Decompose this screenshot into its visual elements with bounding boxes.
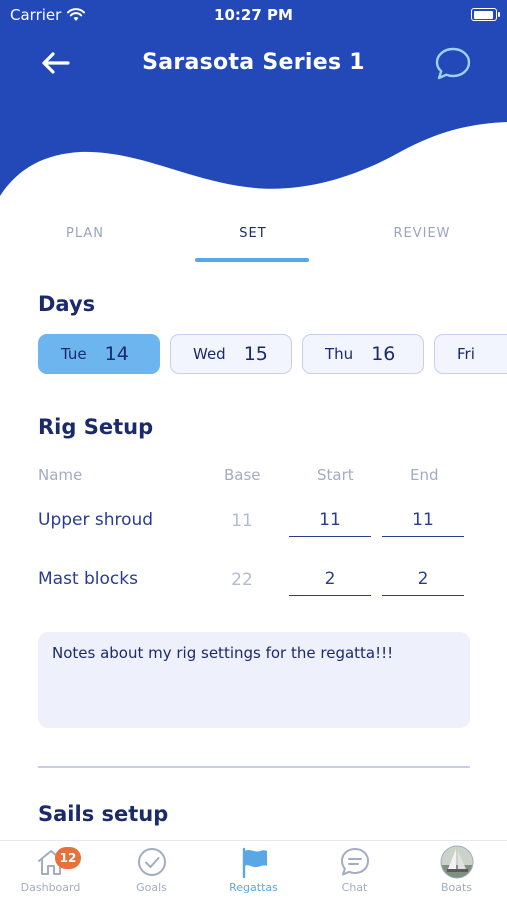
status-time: 10:27 PM — [214, 6, 293, 24]
page-title: Sarasota Series 1 — [142, 50, 365, 75]
rig-setup-title: Rig Setup — [38, 415, 154, 439]
nav-label: Dashboard — [20, 881, 81, 894]
rig-start-input[interactable]: 11 — [289, 510, 371, 537]
column-header-name: Name — [38, 466, 83, 484]
day-chip-wed[interactable]: Wed 15 — [170, 334, 292, 374]
active-tab-indicator — [195, 258, 309, 262]
day-name: Tue — [61, 345, 87, 363]
rig-row-base: 11 — [231, 511, 253, 531]
rig-row-name: Upper shroud — [38, 510, 154, 530]
tab-plan[interactable]: PLAN — [25, 222, 145, 262]
day-name: Thu — [325, 345, 354, 363]
header-background — [0, 0, 507, 196]
status-bar: Carrier 10:27 PM — [0, 0, 507, 30]
flag-icon — [242, 847, 267, 879]
boat-avatar-icon — [440, 845, 473, 879]
column-header-end: End — [410, 466, 439, 484]
check-circle-icon — [137, 848, 166, 876]
chat-bubble-icon — [435, 47, 471, 80]
day-number: 15 — [243, 343, 268, 365]
battery-icon — [471, 8, 500, 21]
notification-badge: 12 — [55, 847, 81, 869]
sails-setup-title: Sails setup — [38, 802, 169, 826]
nav-chat[interactable]: Chat — [304, 845, 405, 894]
nav-label: Regattas — [229, 881, 278, 894]
day-chip-tue[interactable]: Tue 14 — [38, 334, 160, 374]
column-header-start: Start — [317, 466, 354, 484]
rig-row-base: 22 — [231, 570, 253, 590]
chat-button[interactable] — [433, 44, 473, 84]
chat-icon — [340, 848, 369, 876]
rig-start-input[interactable]: 2 — [289, 569, 371, 596]
nav-dashboard[interactable]: 12 Dashboard — [0, 845, 101, 894]
nav-boats[interactable]: Boats — [406, 845, 507, 894]
bottom-nav: 12 Dashboard Goals Regattas Chat Boats — [0, 840, 507, 900]
day-name: Wed — [193, 345, 226, 363]
day-chip-thu[interactable]: Thu 16 — [302, 334, 424, 374]
nav-regattas[interactable]: Regattas — [203, 845, 304, 894]
day-number: 16 — [371, 343, 396, 365]
tab-review[interactable]: REVIEW — [362, 222, 482, 262]
day-number: 14 — [104, 343, 129, 365]
column-header-base: Base — [224, 466, 261, 484]
rig-row-name: Mast blocks — [38, 569, 138, 589]
rig-end-input[interactable]: 11 — [382, 510, 464, 537]
tab-set[interactable]: SET — [193, 222, 313, 262]
day-chip-fri[interactable]: Fri — [434, 334, 507, 374]
nav-goals[interactable]: Goals — [101, 845, 202, 894]
nav-label: Boats — [440, 881, 473, 894]
days-selector: Tue 14 Wed 15 Thu 16 Fri — [38, 334, 507, 374]
nav-label: Goals — [136, 881, 167, 894]
segment-tabs: PLAN SET REVIEW — [0, 222, 507, 266]
rig-notes-textarea[interactable]: Notes about my rig settings for the rega… — [38, 632, 470, 728]
nav-label: Chat — [341, 881, 368, 894]
days-title: Days — [38, 292, 96, 316]
rig-end-input[interactable]: 2 — [382, 569, 464, 596]
section-divider — [38, 766, 470, 768]
day-name: Fri — [457, 345, 475, 363]
